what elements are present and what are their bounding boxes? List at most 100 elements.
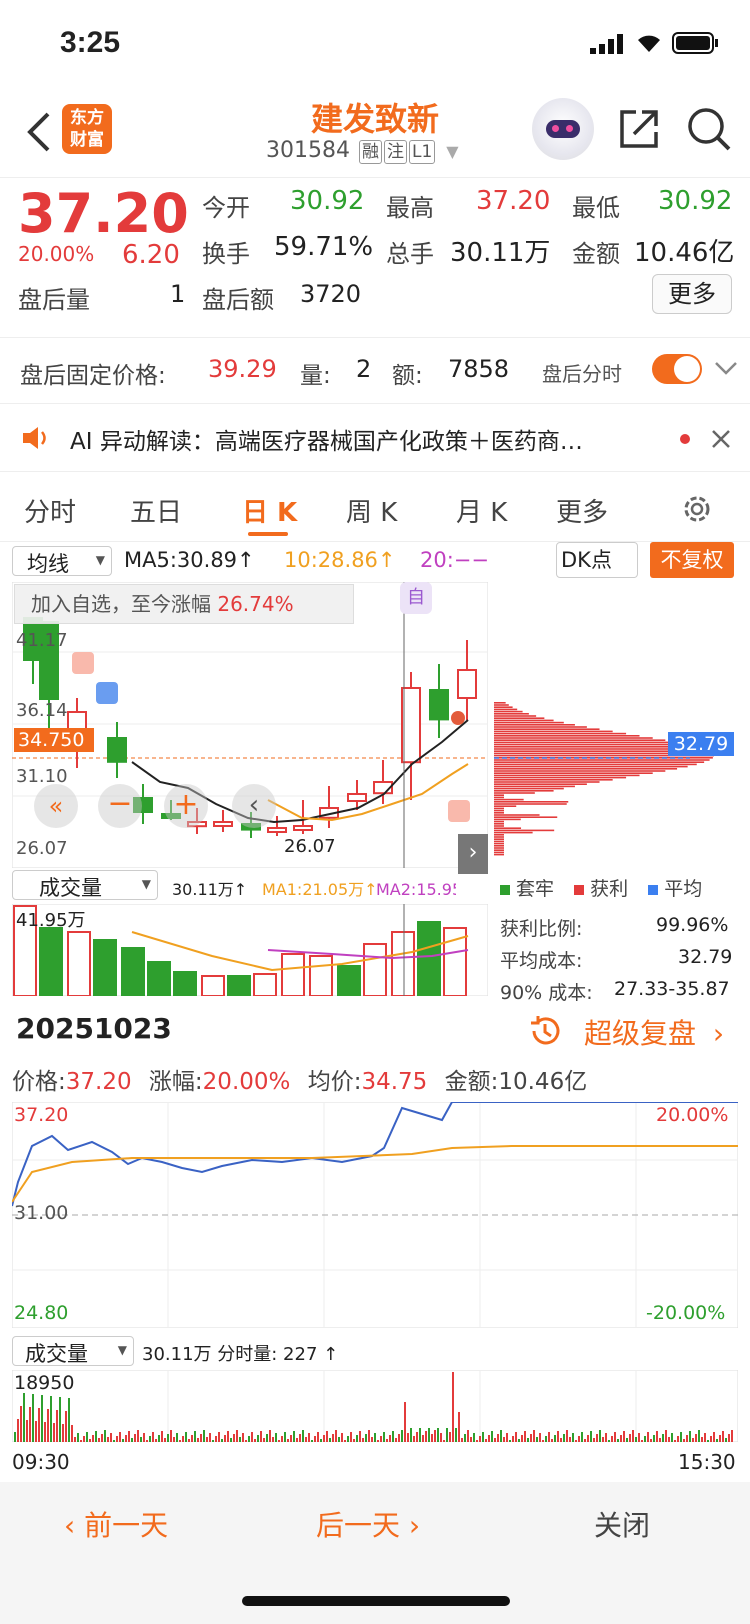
tab-week-k[interactable]: 周 K — [346, 492, 397, 529]
volume-tick — [443, 1440, 445, 1442]
indicator-select[interactable]: 均线 ▼ — [12, 546, 112, 576]
home-indicator — [242, 1596, 510, 1606]
high-label: 最高 — [386, 194, 434, 222]
zoom-out-icon[interactable]: − — [98, 784, 142, 828]
dropdown-arrow-icon: ▼ — [141, 877, 151, 891]
volume-indicator-select[interactable]: 成交量 ▼ — [12, 870, 158, 900]
volume-tick — [662, 1434, 664, 1442]
next-day-label: 后一天 — [316, 1509, 401, 1542]
prev-day-button[interactable]: ‹ 前一天 — [64, 1504, 168, 1544]
volume-tick — [461, 1438, 463, 1442]
chip-bar — [494, 781, 600, 783]
volume-tick — [287, 1439, 289, 1442]
close-button[interactable]: 关闭 — [594, 1504, 650, 1544]
volume-tick — [533, 1430, 535, 1442]
volume-tick — [326, 1431, 328, 1442]
volume-tick — [668, 1437, 670, 1442]
ai-banner[interactable]: AI 异动解读：高端医疗器械国产化政策＋医药商… — [0, 404, 750, 472]
signal-icon — [590, 34, 626, 58]
zoom-in-icon[interactable]: + — [164, 784, 208, 828]
volume-tick — [470, 1437, 472, 1442]
fixed-qty-label: 量: — [300, 363, 331, 389]
stock-code-row[interactable]: 301584 融注 L1 ▼ — [266, 138, 459, 164]
volume-tick — [680, 1432, 682, 1442]
volume-tick — [569, 1437, 571, 1442]
battery-icon — [672, 32, 720, 58]
intraday-y-bot: 24.80 — [14, 1302, 69, 1324]
chip-bar — [494, 805, 517, 807]
volume-tick — [686, 1435, 688, 1442]
chip-bar — [494, 849, 504, 851]
chip-legend: 套牢 获利 平均 — [500, 874, 740, 901]
volume-tick — [710, 1436, 712, 1442]
volume-tick — [548, 1432, 550, 1442]
volume-bar — [391, 931, 415, 996]
volume-tick — [392, 1431, 394, 1442]
search-icon[interactable] — [686, 106, 732, 156]
volume-tick — [362, 1438, 364, 1442]
after-vol-value: 1 — [170, 280, 186, 308]
volume-tick — [293, 1431, 295, 1442]
expand-right-icon[interactable]: › — [458, 834, 488, 874]
step-left-icon[interactable]: ‹ — [232, 784, 276, 828]
chip-bar — [494, 717, 545, 719]
tab-day-k[interactable]: 日 K — [242, 492, 297, 529]
chip-bar — [494, 732, 627, 735]
volume-tick — [524, 1431, 526, 1442]
tab-timeshare[interactable]: 分时 — [24, 492, 76, 529]
chip-bar — [494, 715, 537, 717]
volume-tick — [296, 1438, 298, 1442]
tab-five-day[interactable]: 五日 — [130, 492, 182, 529]
nav-bar: 东方财富 建发致新 301584 融注 L1 ▼ — [0, 88, 750, 178]
amt-value: 10.46亿 — [498, 1069, 588, 1095]
super-replay-link[interactable]: 超级复盘 › — [584, 1012, 724, 1052]
volume-tick — [731, 1430, 733, 1442]
chip-bar — [494, 765, 688, 768]
volume-tick — [245, 1440, 247, 1442]
chip-bar — [494, 737, 653, 739]
volume-tick — [614, 1432, 616, 1442]
chip-bar — [494, 851, 504, 854]
chevron-left-icon: ‹ — [64, 1509, 85, 1542]
intraday-volume-chart[interactable] — [12, 1370, 738, 1442]
prev-day-label: 前一天 — [84, 1509, 169, 1542]
intraday-price-chart[interactable] — [12, 1102, 738, 1328]
chevron-down-icon[interactable] — [714, 360, 738, 380]
volume-tick — [671, 1433, 673, 1442]
volume-tick — [56, 1410, 58, 1442]
candle-body — [213, 821, 233, 827]
pct-value: 20.00% — [202, 1069, 291, 1095]
fixed-amt-label: 额: — [392, 363, 423, 389]
candle-body — [107, 737, 127, 763]
more-button[interactable]: 更多 — [652, 274, 732, 314]
tab-more[interactable]: 更多 — [556, 492, 608, 529]
chip-bar — [494, 834, 504, 836]
tab-month-k[interactable]: 月 K — [456, 492, 507, 529]
price-value: 37.20 — [65, 1069, 132, 1095]
dk-point-select[interactable]: DK点 — [556, 542, 638, 578]
intraday-volume-select[interactable]: 成交量 ▼ — [12, 1336, 134, 1366]
volume-ma2-label: MA2:15.95万 — [376, 880, 456, 899]
gear-icon[interactable] — [680, 492, 714, 530]
after-hours-toggle[interactable] — [652, 354, 702, 384]
volume-tick — [71, 1425, 73, 1442]
legend-profit-icon — [574, 885, 585, 895]
y-mid1-label: 36.14 — [16, 700, 68, 721]
scroll-left-icon[interactable]: « — [34, 784, 78, 828]
close-icon[interactable] — [710, 428, 732, 454]
robot-avatar-icon[interactable] — [532, 98, 594, 160]
no-adjust-button[interactable]: 不复权 — [650, 542, 734, 578]
after-amt-value: 3720 — [300, 280, 362, 308]
volume-tick — [197, 1438, 199, 1442]
volume-tick — [605, 1433, 607, 1442]
volume-tick — [26, 1420, 28, 1442]
share-icon[interactable] — [616, 106, 662, 156]
next-day-button[interactable]: 后一天 › — [316, 1504, 420, 1544]
y-bottom-label: 26.07 — [16, 838, 68, 859]
volume-tick — [554, 1435, 556, 1442]
volume-tick — [212, 1440, 214, 1442]
volume-tick — [104, 1430, 106, 1442]
volume-tick — [59, 1397, 61, 1442]
volume-tick — [497, 1434, 499, 1442]
chip-bar — [494, 838, 504, 840]
